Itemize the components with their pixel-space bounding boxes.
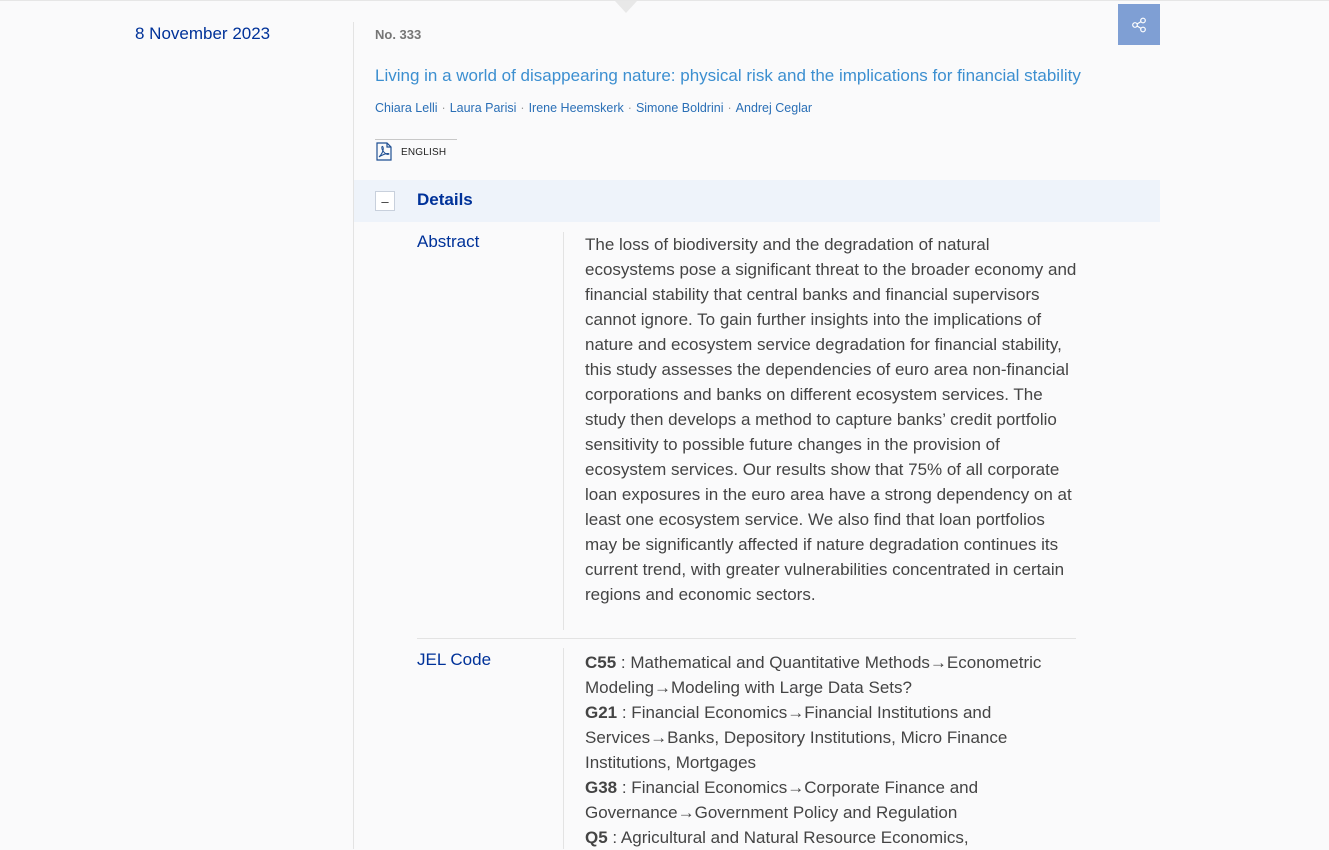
- abstract-label: Abstract: [417, 232, 480, 251]
- author-link[interactable]: Andrej Ceglar: [736, 101, 812, 115]
- share-button[interactable]: [1118, 4, 1160, 45]
- jel-code-label: JEL Code: [417, 650, 492, 669]
- details-collapse-toggle[interactable]: –: [375, 191, 395, 211]
- language-divider: [375, 139, 457, 140]
- top-notch-arrow: [615, 1, 637, 13]
- english-pdf-link[interactable]: ENGLISH: [375, 142, 446, 161]
- language-label: ENGLISH: [401, 147, 447, 158]
- author-separator: ·: [520, 101, 525, 115]
- share-icon: [1132, 17, 1146, 32]
- jel-code: G21: [585, 703, 618, 722]
- jel-description: : Financial Economics→Financial Institut…: [585, 703, 1008, 772]
- abstract-text: The loss of biodiversity and the degrada…: [585, 235, 1077, 604]
- top-divider: [0, 0, 1329, 1]
- jel-code: G38: [585, 778, 618, 797]
- jel-description: : Financial Economics→Corporate Finance …: [585, 778, 979, 822]
- jel-code: Q5: [585, 828, 608, 847]
- pdf-icon: [376, 142, 392, 161]
- details-heading[interactable]: Details: [417, 190, 473, 210]
- publication-title-link[interactable]: Living in a world of disappearing nature…: [375, 66, 1081, 86]
- jel-code-list: C55 : Mathematical and Quantitative Meth…: [585, 650, 1080, 850]
- author-separator: ·: [441, 101, 446, 115]
- row-divider: [417, 638, 1076, 639]
- author-link[interactable]: Irene Heemskerk: [529, 101, 624, 115]
- column-divider: [353, 22, 354, 849]
- jel-column-divider: [563, 648, 564, 849]
- abstract-column-divider: [563, 232, 564, 630]
- author-separator: ·: [727, 101, 732, 115]
- jel-code-item: Q5 : Agricultural and Natural Resource E…: [585, 825, 1080, 850]
- author-link[interactable]: Simone Boldrini: [636, 101, 724, 115]
- jel-code-item: G38 : Financial Economics→Corporate Fina…: [585, 775, 1080, 825]
- author-list: Chiara Lelli · Laura Parisi · Irene Heemsker…: [375, 101, 812, 115]
- jel-description: : Mathematical and Quantitative Methods→…: [585, 653, 1042, 697]
- publication-number: No. 333: [375, 27, 422, 42]
- author-separator: ·: [627, 101, 632, 115]
- jel-code-item: G21 : Financial Economics→Financial Inst…: [585, 700, 1080, 775]
- details-header[interactable]: [354, 180, 1160, 222]
- jel-code: C55: [585, 653, 617, 672]
- jel-code-item: C55 : Mathematical and Quantitative Meth…: [585, 650, 1080, 700]
- author-link[interactable]: Chiara Lelli: [375, 101, 438, 115]
- author-link[interactable]: Laura Parisi: [450, 101, 517, 115]
- jel-description: : Agricultural and Natural Resource Econ…: [607, 828, 969, 847]
- publication-date: 8 November 2023: [135, 24, 271, 43]
